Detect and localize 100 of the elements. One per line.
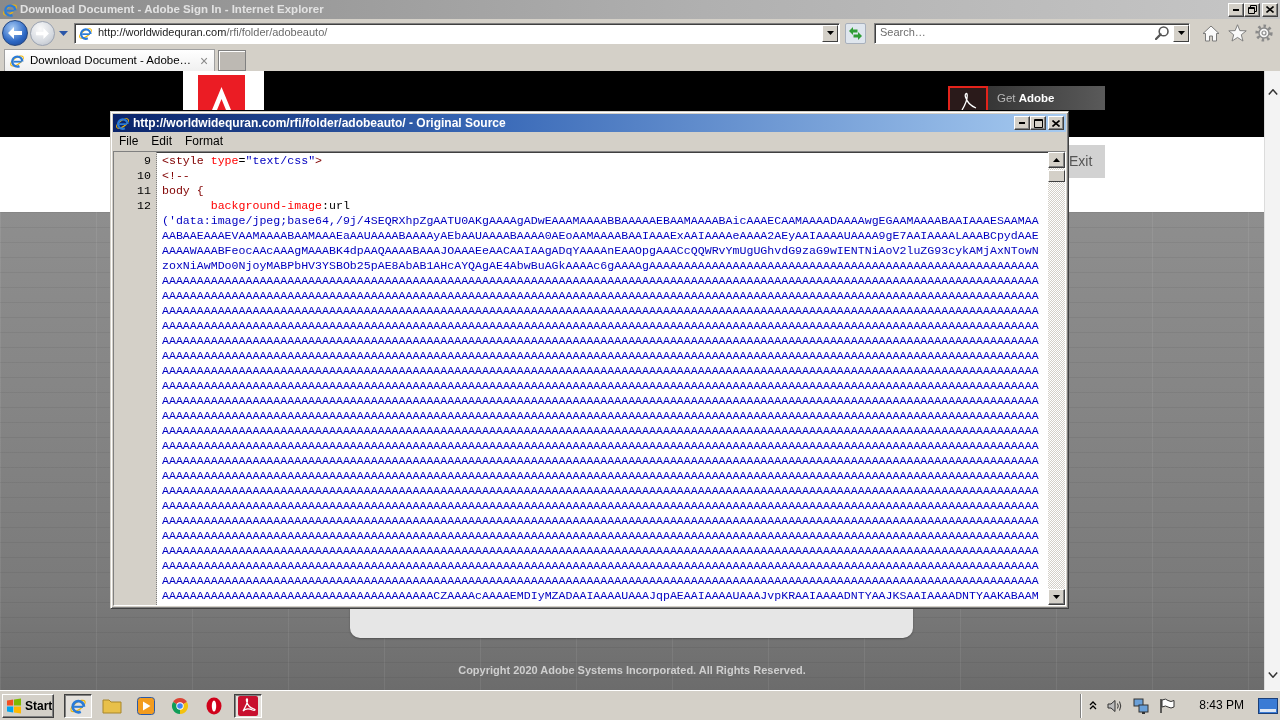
line-number: 12 [136,198,151,213]
close-button[interactable] [1048,116,1064,130]
scroll-up-button[interactable] [1048,152,1065,168]
scroll-up-icon[interactable] [1267,89,1278,95]
scroll-down-icon[interactable] [1267,672,1278,678]
browser-tab[interactable]: Download Document - Adobe… × [4,49,216,71]
code-line: AAAAAAAAAAAAAAAAAAAAAAAAAAAAAAAAAAAAAAACZAAAAcAAAAEMDIyMZADAAIAAAAUAAAJqpAEAAIAAAAUAAAJvpKRAAIAAAADNTYAAJKSAAIAAAADNTYAAKABAAM [162,588,1039,603]
code-line: AAAAWAAABFeocAAcAAAgMAAABK4dpAAQAAAABAAAJOAAAEeAACAAIAAgADqYAAAAnEAAOpgAAACcQQWRvYmUgUGhvdG9zaG9wIENTNiAoV2luZG93cykAMjAxNTowN [162,243,1039,258]
scroll-up-icon [1053,158,1060,162]
speaker-icon[interactable] [1107,698,1124,713]
code-line: body { [162,183,204,198]
minimize-button[interactable] [1014,116,1030,130]
dropdown-arrow-icon[interactable] [59,30,68,36]
code-line: AABAAEAAAEVAAMAAAABAAMAAAEaAAUAAAABAAAAyAEbAAUAAAABAAAA0AEoAAMAAAABAAIAAAExAAIAAAAeAAAA2AEyAAIAAAAUAAAA9gE7AAIAAAALAAABCpydAAE [162,228,1039,243]
forward-arrow-icon [36,27,49,39]
search-field[interactable]: Search… [874,22,1190,44]
browser-logo-icon [9,52,25,69]
code-line: ('data:image/jpeg;base64,/9j/4SEQRXhpZgAATU0AKgAAAAgADwEAAAMAAAABBAAAAAEBAAMAAAABAicAAAECAAMAAAADAAAAwgEGAAMAAAABAAIAAAESAAMAA [162,213,1039,228]
new-tab-button[interactable] [218,50,247,71]
clock-text: 8:43 PM [1199,698,1244,713]
address-dropdown-button[interactable] [822,24,838,42]
dropdown-arrow-icon [826,31,834,35]
back-button[interactable] [2,20,28,46]
get-reader-button[interactable]: Get Adobe [948,86,1105,110]
code-line: AAAAAAAAAAAAAAAAAAAAAAAAAAAAAAAAAAAAAAAAAAAAAAAAAAAAAAAAAAAAAAAAAAAAAAAAAAAAAAAAAAAAAAAAAAAAAAAAAAAAAAAAAAAAAAAAAAAAAAAAAAAAAA [162,513,1039,528]
line-number: 9 [143,153,151,168]
chevron-up-icon[interactable] [1089,701,1098,710]
code-line: AAAAAAAAAAAAAAAAAAAAAAAAAAAAAAAAAAAAAAAAAAAAAAAAAAAAAAAAAAAAAAAAAAAAAAAAAAAAAAAAAAAAAAAAAAAAAAAAAAAAAAAAAAAAAAAAAAAAAAAAAAAAAA [162,468,1039,483]
settings-icon[interactable] [1255,24,1273,42]
code-line: AAAAAAAAAAAAAAAAAAAAAAAAAAAAAAAAAAAAAAAAAAAAAAAAAAAAAAAAAAAAAAAAAAAAAAAAAAAAAAAAAAAAAAAAAAAAAAAAAAAAAAAAAAAAAAAAAAAAAAAAAAAAAA [162,528,1039,543]
media-player-icon [137,696,155,715]
minimize-button[interactable] [1228,2,1244,17]
close-button[interactable] [1262,2,1278,17]
window-title: http://worldwidequran.com/rfi/folder/adobeauto/ - Original Source [133,115,506,131]
close-icon [1266,6,1274,13]
code-line: AAAAAAAAAAAAAAAAAAAAAAAAAAAAAAAAAAAAAAAAAAAAAAAAAAAAAAAAAAAAAAAAAAAAAAAAAAAAAAAAAAAAAAAAAAAAAAAAAAAAAAAAAAAAAAAAAAAAAAAAAAAAAA [162,378,1039,393]
minimize-icon [1233,8,1239,11]
code-line: AAAAAAAAAAAAAAAAAAAAAAAAAAAAAAAAAAAAAAAAAAAAAAAAAAAAAAAAAAAAAAAAAAAAAAAAAAAAAAAAAAAAAAAAAAAAAAAAAAAAAAAAAAAAAAAAAAAAAAAAAAAAAA [162,453,1039,468]
refresh-button[interactable] [845,22,866,44]
code-line: <style type="text/css"> [162,153,323,168]
show-desktop-icon[interactable] [1258,697,1278,714]
maximize-icon [1033,118,1043,128]
code-line: AAAAAAAAAAAAAAAAAAAAAAAAAAAAAAAAAAAAAAAAAAAAAAAAAAAAAAAAAAAAAAAAAAAAAAAAAAAAAAAAAAAAAAAAAAAAAAAAAAAAAAAAAAAAAAAAAAAAAAAAAAAAAA [162,543,1039,558]
start-logo-icon [6,697,22,714]
document-logo-icon [948,86,988,110]
line-number: 10 [136,168,151,183]
menu-item[interactable]: Format [183,134,226,149]
code-line: AAAAAAAAAAAAAAAAAAAAAAAAAAAAAAAAAAAAAAAAAAAAAAAAAAAAAAAAAAAAAAAAAAAAAAAAAAAAAAAAAAAAAAAAAAAAAAAAAAAAAAAAAAAAAAAAAAAAAAAAAAAAAA [162,288,1039,303]
restore-icon [1247,5,1257,14]
search-icon [1155,26,1169,40]
page-scrollbar[interactable] [1264,71,1280,690]
vertical-scrollbar[interactable] [1048,152,1065,605]
home-icon[interactable] [1202,24,1220,42]
code-line: AAAAAAAAAAAAAAAAAAAAAAAAAAAAAAAAAAAAAAAAAAAAAAAAAAAAAAAAAAAAAAAAAAAAAAAAAAAAAAAAAAAAAAAAAAAAAAAAAAAAAAAAAAAAAAAAAAAAAAAAAAAAAA [162,303,1039,318]
code-line: AAAAAAAAAAAAAAAAAAAAAAAAAAAAAAAAAAAAAAAAAAAAAAAAAAAAAAAAAAAAAAAAAAAAAAAAAAAAAAAAAAAAAAAAAAAAAAAAAAAAAAAAAAAAAAAAAAAAAAAAAAAAAA [162,438,1039,453]
code-line: background-image:url [209,198,350,213]
refresh-arrows-icon [848,25,863,41]
code-line: AAAAAAAAAAAAAAAAAAAAAAAAAAAAAAAAAAAAAAAAAAAAAAAAAAAAAAAAAAAAAAAAAAAAAAAAAAAAAAAAAAAAAAAAAAAAAAAAAAAAAAAAAAAAAAAAAAAAAAAAAAAAAA [162,483,1039,498]
code-line: AAAAAAAAAAAAAAAAAAAAAAAAAAAAAAAAAAAAAAAAAAAAAAAAAAAAAAAAAAAAAAAAAAAAAAAAAAAAAAAAAAAAAAAAAAAAAAAAAAAAAAAAAAAAAAAAAAAAAAAAAAAAAA [162,558,1039,573]
browser-logo-icon [2,1,18,18]
close-icon [1052,119,1060,127]
folder-icon [102,697,122,714]
code-line: AAAAAAAAAAAAAAAAAAAAAAAAAAAAAAAAAAAAAAAAAAAAAAAAAAAAAAAAAAAAAAAAAAAAAAAAAAAAAAAAAAAAAAAAAAAAAAAAAAAAAAAAAAAAAAAAAAAAAAAAAAAAAA [162,393,1039,408]
menu-item[interactable]: File [117,134,141,149]
start-button[interactable]: Start [2,693,54,718]
address-field[interactable]: http://worldwidequran.com/rfi/folder/adobeauto/ [74,22,840,44]
browser-logo-icon [115,115,130,131]
minimize-icon [1019,122,1025,124]
color-wheel-icon [171,696,189,715]
ring-icon [206,696,222,715]
scroll-down-button[interactable] [1048,589,1065,605]
browser-logo-icon [78,25,93,41]
code-line: AAAAAAAAAAAAAAAAAAAAAAAAAAAAAAAAAAAAAAAAAAAAAAAAAAAAAAAAAAAAAAAAAAAAAAAAAAAAAAAAAAAAAAAAAAAAAAAAAAAAAAAAAAAAAAAAAAAAAAAAAAAAAA [162,408,1039,423]
exit-button[interactable]: Exit [1068,145,1105,178]
code-line: AAAAAAAAAAAAAAAAAAAAAAAAAAAAAAAAAAAAAAAAAAAAAAAAAAAAAAAAAAAAAAAAAAAAAAAAAAAAAAAAAAAAAAAAAAAAAAAAAAAAAAAAAAAAAAAAAAAAAAAAAAAAAA [162,363,1039,378]
window-title: Download Document - Adobe Sign In - Internet Explorer [20,2,324,17]
restore-button[interactable] [1244,2,1260,17]
line-number: 11 [136,183,151,198]
code-line: zoxNiAwMDo0NjoyMABPbHV3YSBOb25pAE8AbAB1AHcAYQAgAE4AbwBuAGkAAAAc6gAAAAgAAAAAAAAAAAAAAAAAAAAAAAAAAAAAAAAAAAAAAAAAAAAAAAAAAAAAAAA [162,258,1039,273]
dropdown-arrow-icon [1177,31,1185,35]
document-logo-icon [238,695,258,716]
flag-icon[interactable] [1159,697,1176,714]
code-line: AAAAAAAAAAAAAAAAAAAAAAAAAAAAAAAAAAAAAAAAAAAAAAAAAAAAAAAAAAAAAAAAAAAAAAAAAAAAAAAAAAAAAAAAAAAAAAAAAAAAAAAAAAAAAAAAAAAAAAAAAAAAAA [162,423,1039,438]
taskbar-button[interactable] [234,693,262,718]
maximize-button[interactable] [1030,116,1046,130]
star-icon[interactable] [1228,24,1247,42]
code-line: <!-- [162,168,190,183]
code-line: AAAAAAAAAAAAAAAAAAAAAAAAAAAAAAAAAAAAAAAAAAAAAAAAAAAAAAAAAAAAAAAAAAAAAAAAAAAAAAAAAAAAAAAAAAAAAAAAAAAAAAAAAAAAAAAAAAAAAAAAAAAAAA [162,573,1039,588]
scrollbar-thumb[interactable] [1048,170,1065,182]
code-line: AAAAAAAAAAAAAAAAAAAAAAAAAAAAAAAAAAAAAAAAAAAAAAAAAAAAAAAAAAAAAAAAAAAAAAAAAAAAAAAAAAAAAAAAAAAAAAAAAAAAAAAAAAAAAAAAAAAAAAAAAAAAAA [162,498,1039,513]
menu-item[interactable]: Edit [149,134,175,149]
scroll-down-icon [1053,595,1060,599]
code-line: AAAAAAAAAAAAAAAAAAAAAAAAAAAAAAAAAAAAAAAAAAAAAAAAAAAAAAAAAAAAAAAAAAAAAAAAAAAAAAAAAAAAAAAAAAAAAAAAAAAAAAAAAAAAAAAAAAAAAAAAAAAAAA [162,333,1039,348]
copyright-text: Copyright 2020 Adobe Systems Incorporated. All Rights Reserved. [457,663,807,677]
taskbar-button[interactable] [64,693,92,718]
network-icon[interactable] [1133,697,1150,714]
search-dropdown-button[interactable] [1173,24,1189,42]
back-arrow-icon [8,27,22,39]
code-line: AAAAAAAAAAAAAAAAAAAAAAAAAAAAAAAAAAAAAAAAAAAAAAAAAAAAAAAAAAAAAAAAAAAAAAAAAAAAAAAAAAAAAAAAAAAAAAAAAAAAAAAAAAAAAAAAAAAAAAAAAAAAAA [162,273,1039,288]
code-line: AAAAAAAAAAAAAAAAAAAAAAAAAAAAAAAAAAAAAAAAAAAAAAAAAAAAAAAAAAAAAAAAAAAAAAAAAAAAAAAAAAAAAAAAAAAAAAAAAAAAAAAAAAAAAAAAAAAAAAAAAAAAAA [162,348,1039,363]
